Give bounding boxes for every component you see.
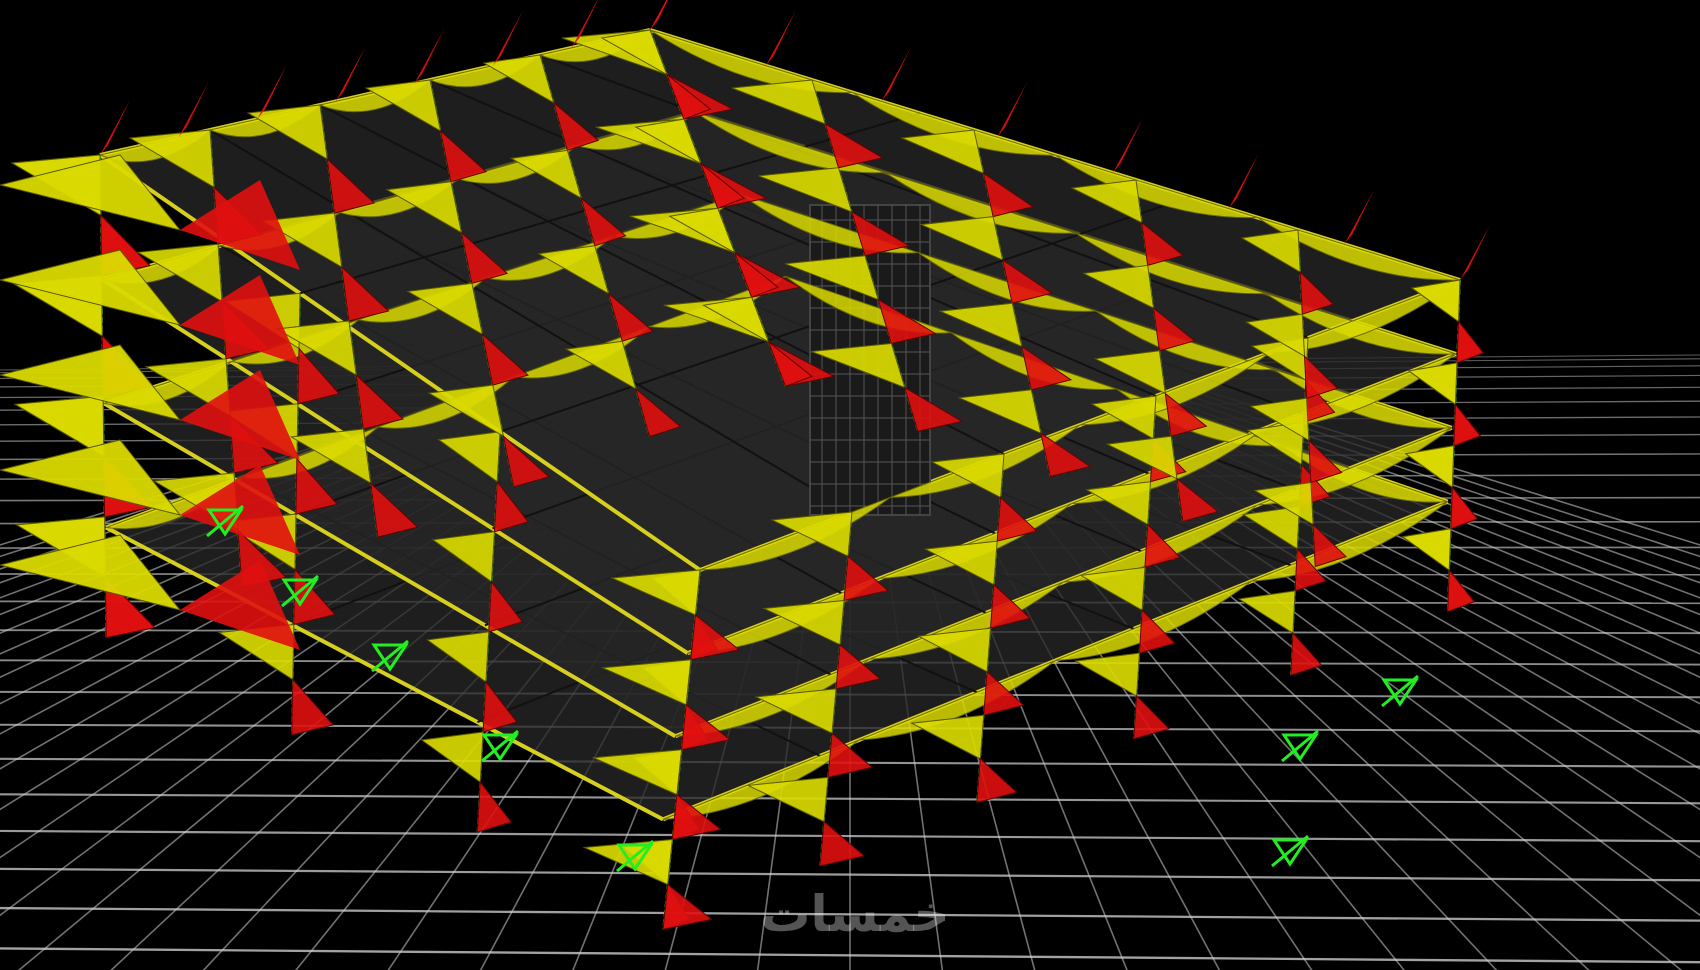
- moment-diagram-positive: [1073, 652, 1140, 697]
- moment-diagram-negative: [976, 757, 1018, 803]
- moment-diagram-negative: [291, 678, 334, 736]
- moment-diagram-negative: [819, 820, 866, 867]
- moment-diagram-positive: [746, 776, 829, 823]
- moment-diagram-negative: [650, 0, 668, 30]
- moment-diagram-positive: [1401, 528, 1452, 572]
- moment-diagram-negative: [1453, 403, 1482, 447]
- moment-diagram-negative: [414, 28, 445, 84]
- moment-diagram-negative: [335, 46, 366, 102]
- moment-diagram-negative: [881, 46, 912, 102]
- moment-diagram-negative: [1228, 153, 1259, 209]
- moment-diagram-negative: [492, 10, 523, 66]
- moment-diagram-negative: [1133, 694, 1170, 740]
- moment-diagram-positive: [910, 714, 985, 760]
- moment-diagram-positive: [0, 439, 182, 516]
- moment-diagram-negative: [662, 883, 713, 931]
- moment-diagram-negative: [997, 82, 1028, 138]
- moment-diagram-negative: [1447, 568, 1475, 613]
- moment-diagram-negative: [1344, 189, 1375, 245]
- moment-diagram-negative: [100, 100, 130, 155]
- moment-diagram-negative: [476, 780, 513, 833]
- moment-diagram-negative: [178, 82, 209, 138]
- structure-3d-viewport: [0, 0, 1700, 970]
- moment-diagram-negative: [1460, 225, 1490, 280]
- moment-diagram-negative: [765, 10, 796, 66]
- moment-diagram-negative: [1112, 117, 1143, 173]
